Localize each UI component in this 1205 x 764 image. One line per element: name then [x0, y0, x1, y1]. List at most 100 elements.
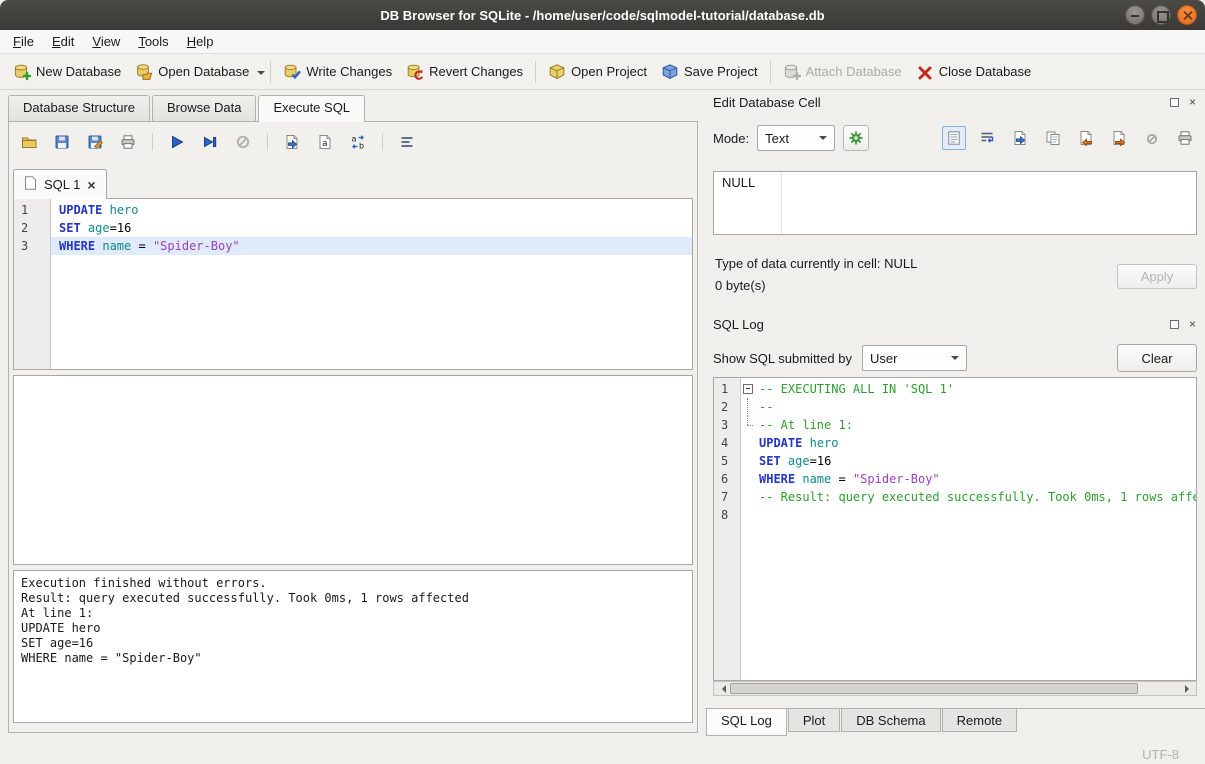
sql-toolbar: a ab — [17, 130, 419, 154]
svg-text:a: a — [322, 139, 327, 149]
fold-marker-icon — [741, 434, 757, 452]
sql-log-filter-row: Show SQL submitted by User Clear — [713, 344, 1197, 372]
save-sql-as-icon[interactable] — [83, 130, 107, 154]
fold-marker-icon[interactable] — [741, 380, 757, 398]
menu-file[interactable]: File — [4, 31, 43, 52]
scrollbar-thumb[interactable] — [730, 683, 1138, 694]
print-icon[interactable] — [116, 130, 140, 154]
scroll-right-icon[interactable] — [1181, 682, 1196, 695]
fold-marker-icon — [741, 398, 757, 416]
code-line: 7-- Result: query executed successfully.… — [714, 488, 1196, 506]
maximize-button[interactable] — [1151, 5, 1171, 25]
attach-database-button: Attach Database — [776, 58, 909, 86]
menu-tools-rest: ools — [145, 34, 169, 49]
cell-value: NULL — [722, 175, 755, 190]
main-tab-bar: Database Structure Browse Data Execute S… — [8, 95, 367, 122]
output-line: SET age=16 — [21, 636, 685, 651]
new-database-icon — [13, 63, 31, 81]
tab-plot[interactable]: Plot — [788, 709, 840, 732]
auto-apply-icon[interactable] — [843, 125, 869, 151]
execute-all-icon[interactable] — [165, 130, 189, 154]
open-database-button[interactable]: Open Database — [128, 58, 256, 86]
close-panel-icon[interactable]: × — [1186, 96, 1199, 109]
log-horizontal-scrollbar[interactable] — [713, 681, 1197, 696]
line-number: 5 — [714, 452, 741, 470]
new-database-button[interactable]: New Database — [6, 58, 128, 86]
write-changes-icon — [283, 63, 301, 81]
fold-marker-icon — [741, 470, 757, 488]
copy-cell-icon[interactable] — [1041, 126, 1065, 150]
open-sql-file-icon[interactable] — [17, 130, 41, 154]
window-close-button[interactable] — [1177, 5, 1197, 25]
save-sql-file-icon[interactable] — [50, 130, 74, 154]
format-icon[interactable] — [395, 130, 419, 154]
print-cell-icon[interactable] — [1173, 126, 1197, 150]
line-number: 3 — [714, 416, 741, 434]
minimize-button[interactable] — [1125, 5, 1145, 25]
tab-database-structure[interactable]: Database Structure — [8, 95, 150, 121]
tab-execute-sql[interactable]: Execute SQL — [258, 95, 365, 122]
output-line: WHERE name = "Spider-Boy" — [21, 651, 685, 666]
revert-changes-button[interactable]: Revert Changes — [399, 58, 530, 86]
line-number: 2 — [14, 219, 51, 237]
submitter-select[interactable]: User — [862, 345, 967, 371]
edit-cell-toolbar: Mode: Text — [713, 124, 1197, 152]
close-database-button[interactable]: Close Database — [909, 58, 1039, 86]
toolbar-separator — [270, 61, 271, 83]
menu-help[interactable]: Help — [178, 31, 223, 52]
open-in-editor-icon[interactable] — [1008, 126, 1032, 150]
fold-marker-icon — [741, 488, 757, 506]
chevron-down-icon — [951, 356, 959, 364]
sql-editor-tab[interactable]: SQL 1 × — [13, 169, 107, 199]
menu-edit-rest: dit — [61, 34, 75, 49]
open-database-icon — [135, 63, 153, 81]
open-project-button[interactable]: Open Project — [541, 58, 654, 86]
toolbar-separator — [535, 61, 536, 83]
clear-button[interactable]: Clear — [1117, 344, 1197, 372]
output-line: Execution finished without errors. — [21, 576, 685, 591]
code-line: 6WHERE name = "Spider-Boy" — [714, 470, 1196, 488]
float-panel-icon[interactable] — [1168, 96, 1181, 109]
execute-line-icon[interactable] — [198, 130, 222, 154]
code-line: 8 — [714, 506, 1196, 524]
write-changes-button[interactable]: Write Changes — [276, 58, 399, 86]
find-icon[interactable]: a — [313, 130, 337, 154]
code-line: 3WHERE name = "Spider-Boy" — [14, 237, 692, 255]
find-replace-icon[interactable]: ab — [346, 130, 370, 154]
cell-value-editor[interactable]: NULL — [713, 171, 1197, 235]
menubar: File Edit View Tools Help — [0, 30, 1205, 54]
word-wrap-icon[interactable] — [975, 126, 999, 150]
close-panel-icon[interactable]: × — [1186, 318, 1199, 331]
tab-sql-log[interactable]: SQL Log — [706, 709, 787, 736]
attach-database-label: Attach Database — [806, 64, 902, 79]
menu-view[interactable]: View — [83, 31, 129, 52]
results-grid[interactable] — [13, 375, 693, 565]
save-project-button[interactable]: Save Project — [654, 58, 765, 86]
tab-db-schema[interactable]: DB Schema — [841, 709, 940, 732]
open-database-dropdown[interactable] — [257, 71, 265, 79]
sql-tab-icon — [24, 176, 37, 193]
import-cell-icon[interactable] — [1074, 126, 1098, 150]
encoding-indicator[interactable]: UTF-8 — [1142, 747, 1179, 762]
open-in-tab-icon[interactable] — [280, 130, 304, 154]
execute-sql-pane: a ab SQL 1 × 1UPDATE hero2SET age=163WHE… — [8, 121, 698, 733]
sql-editor[interactable]: 1UPDATE hero2SET age=163WHERE name = "Sp… — [13, 198, 693, 370]
sql-log-view[interactable]: 1-- EXECUTING ALL IN 'SQL 1'2--3-- At li… — [713, 377, 1197, 681]
float-panel-icon[interactable] — [1168, 318, 1181, 331]
output-line: At line 1: — [21, 606, 685, 621]
scroll-left-icon[interactable] — [714, 682, 729, 695]
export-cell-icon[interactable] — [1107, 126, 1131, 150]
line-number: 1 — [714, 380, 741, 398]
tab-browse-data[interactable]: Browse Data — [152, 95, 256, 121]
set-null-icon[interactable] — [1140, 126, 1164, 150]
code-line: 3-- At line 1: — [714, 416, 1196, 434]
tab-remote[interactable]: Remote — [942, 709, 1018, 732]
menu-tools[interactable]: Tools — [129, 31, 177, 52]
toolbar-separator — [152, 133, 153, 151]
sql-tab-close-icon[interactable]: × — [87, 178, 95, 192]
text-view-icon[interactable] — [942, 126, 966, 150]
statusbar: UTF-8 — [0, 744, 1205, 764]
menu-edit[interactable]: Edit — [43, 31, 83, 52]
window-title: DB Browser for SQLite - /home/user/code/… — [380, 8, 824, 23]
mode-select[interactable]: Text — [757, 125, 835, 151]
